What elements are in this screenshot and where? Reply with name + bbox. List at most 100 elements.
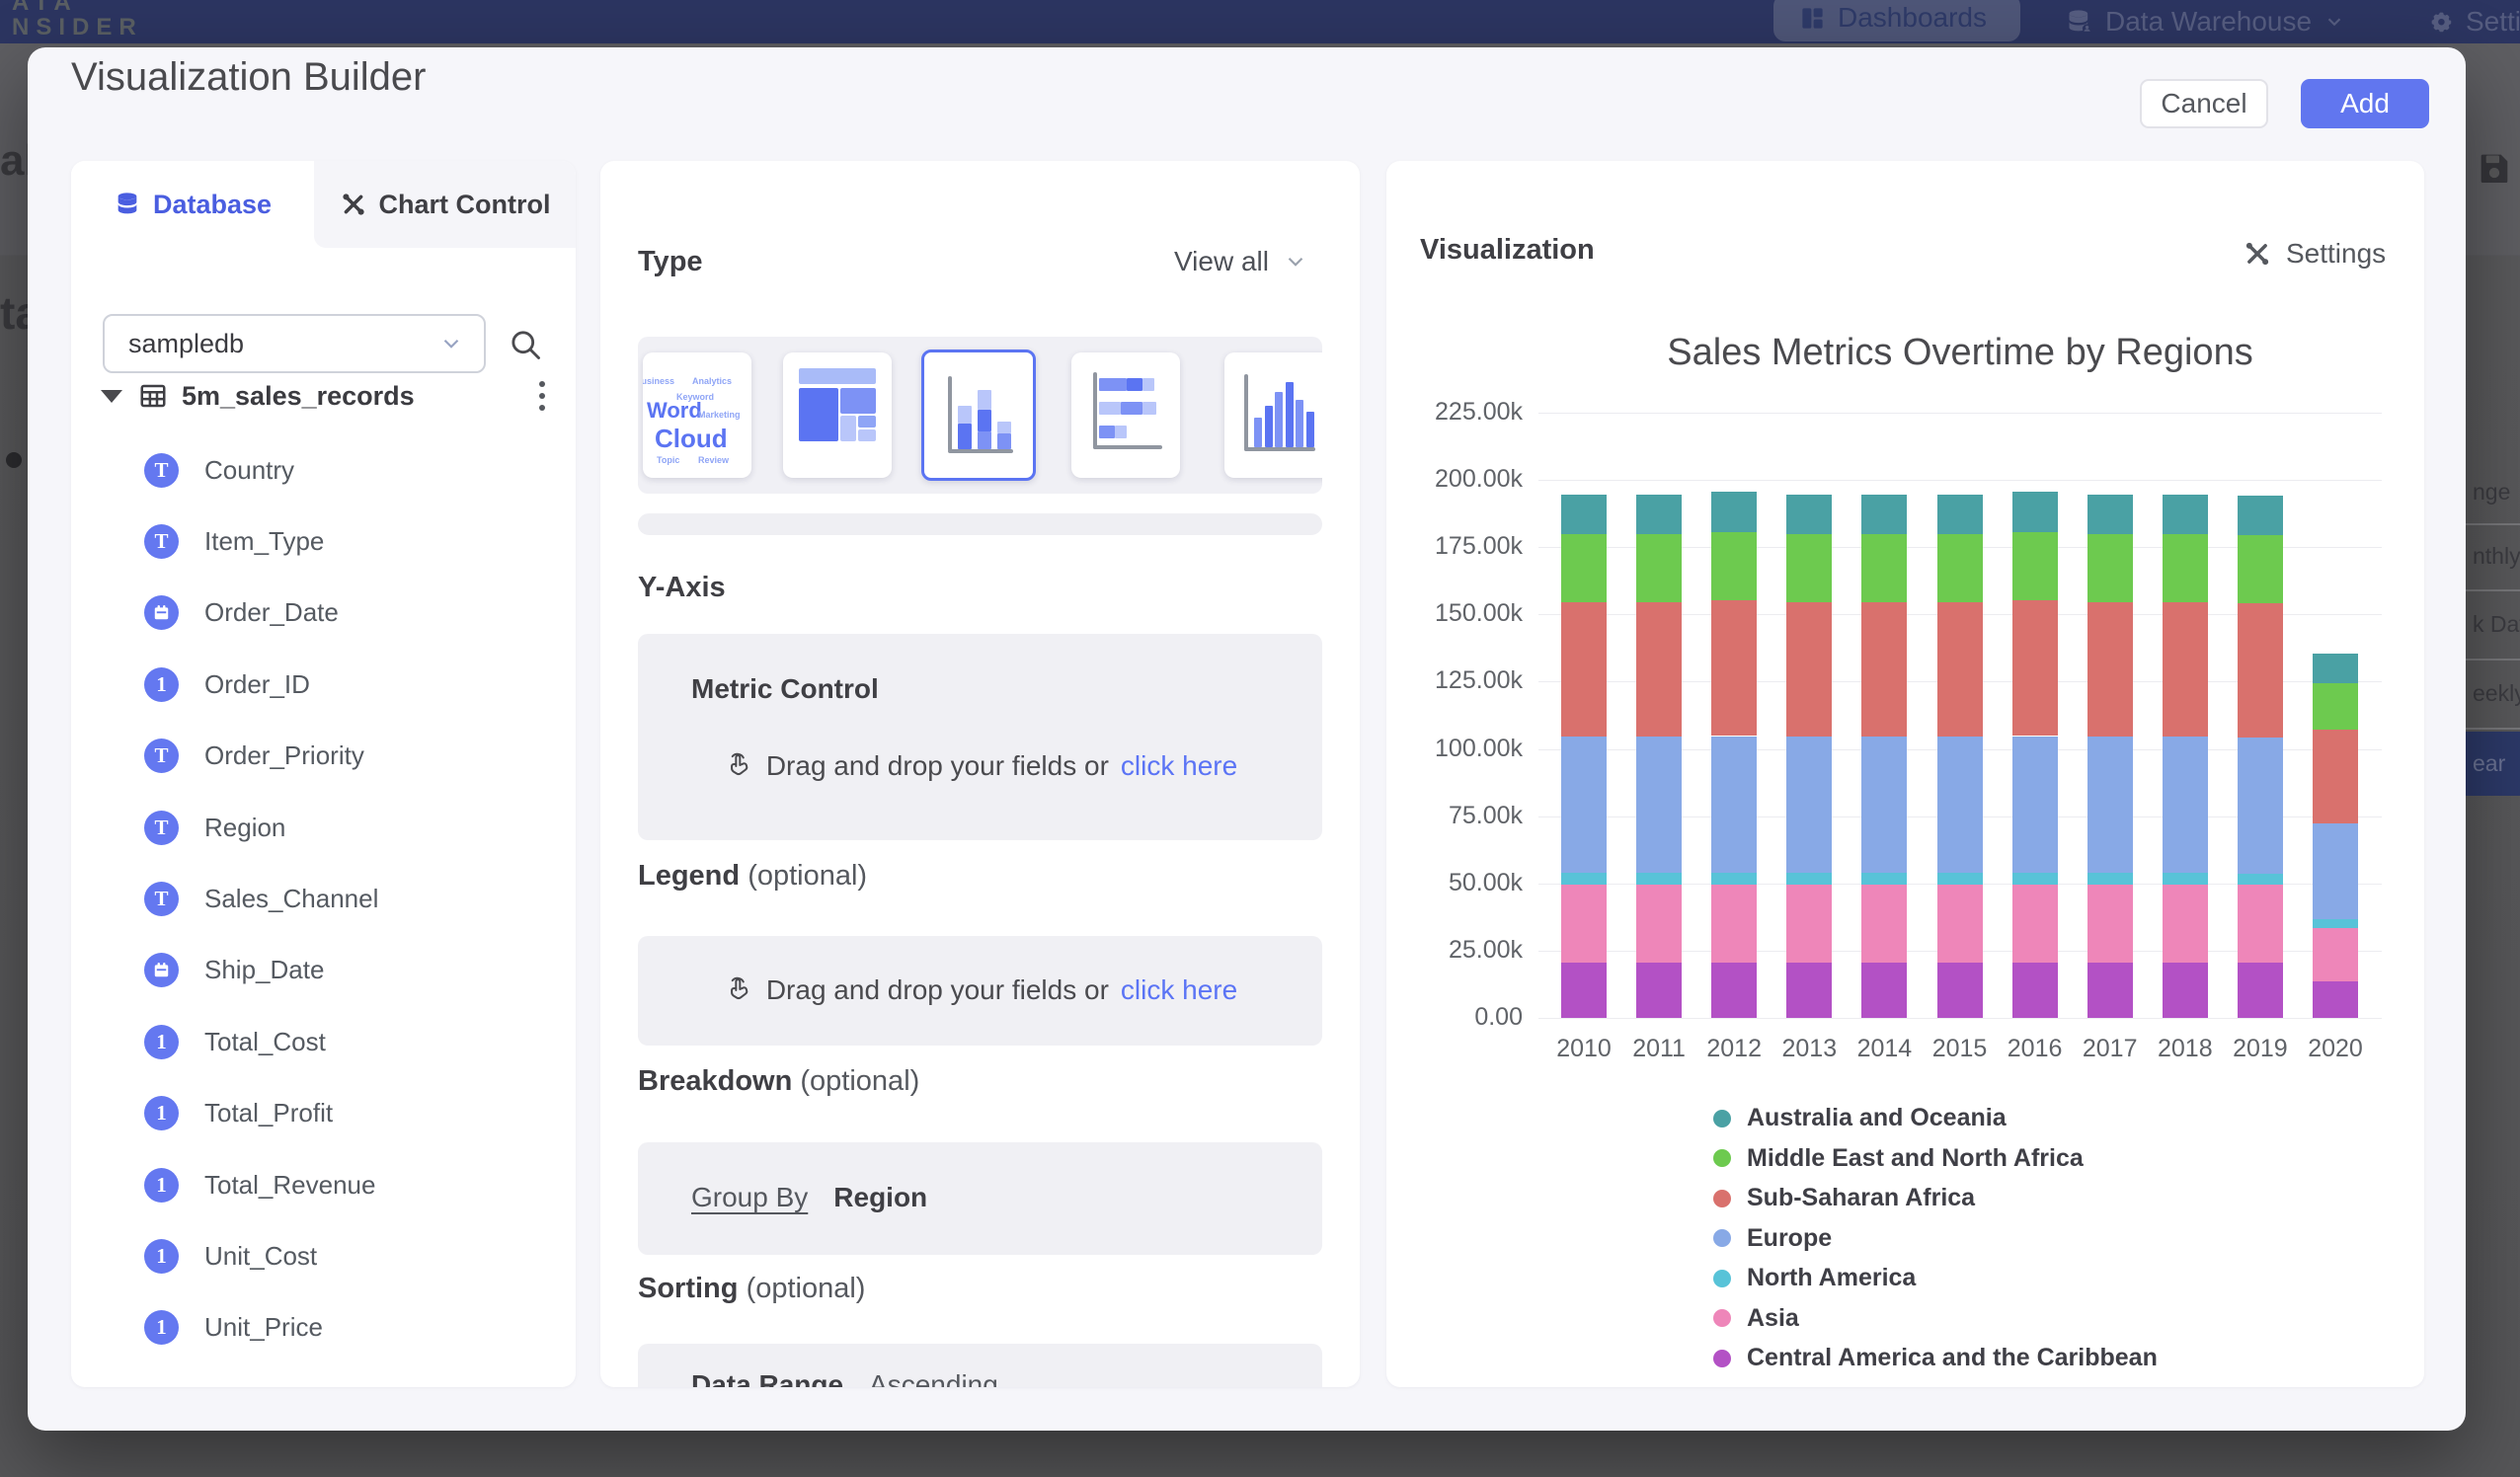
mini-rect bbox=[1142, 402, 1156, 415]
mini-rect bbox=[1286, 382, 1294, 447]
mini-rect bbox=[1099, 426, 1115, 438]
bar-segment bbox=[1711, 873, 1757, 885]
chart-type-word-cloud[interactable]: WordCloudBusinessAnalyticsKeywordMarketi… bbox=[643, 352, 751, 478]
mini-rect bbox=[1127, 378, 1142, 391]
bar-segment bbox=[2238, 885, 2283, 963]
field-item-sales_channel[interactable]: TSales_Channel bbox=[71, 863, 576, 934]
chevron-down-icon bbox=[2323, 11, 2345, 33]
visualization-panel: Visualization Settings Sales Metrics Ove… bbox=[1386, 161, 2424, 1387]
bar-segment bbox=[1861, 737, 1907, 873]
drag-drop-text: Drag and drop your fields or bbox=[766, 750, 1109, 782]
kebab-menu-icon[interactable] bbox=[529, 377, 555, 415]
field-item-total_revenue[interactable]: 1Total_Revenue bbox=[71, 1149, 576, 1220]
x-axis-label: 2011 bbox=[1619, 1035, 1698, 1063]
sort-field: Data Range bbox=[691, 1369, 843, 1387]
nav-item-label: Data Warehouse bbox=[2105, 6, 2312, 38]
nav-item-data-warehouse[interactable]: Data Warehouse bbox=[2066, 0, 2345, 43]
bar-segment bbox=[2313, 654, 2358, 684]
bar-segment bbox=[2163, 495, 2208, 534]
click-here-link[interactable]: click here bbox=[1121, 750, 1237, 782]
bar-segment bbox=[1861, 534, 1907, 602]
y-axis-tick-label: 225.00k bbox=[1394, 398, 1523, 427]
mini-rect bbox=[948, 376, 952, 451]
chart-type-treemap[interactable] bbox=[783, 352, 892, 478]
bar-segment bbox=[1937, 602, 1983, 737]
database-select[interactable]: sampledb bbox=[103, 314, 486, 373]
y-axis-tick-label: 125.00k bbox=[1394, 666, 1523, 695]
view-all-button[interactable]: View all bbox=[1174, 246, 1308, 277]
bar-segment bbox=[2313, 823, 2358, 919]
legend-item[interactable]: Asia bbox=[1713, 1304, 1799, 1333]
bar-segment bbox=[2313, 928, 2358, 981]
group-by-value: Region bbox=[833, 1182, 927, 1213]
x-axis-label: 2017 bbox=[2071, 1035, 2150, 1063]
mini-rect bbox=[1296, 400, 1303, 447]
field-item-region[interactable]: TRegion bbox=[71, 792, 576, 863]
mini-rect bbox=[1265, 406, 1273, 447]
chart-type-stacked-bar[interactable] bbox=[1071, 352, 1180, 478]
breakdown-dropzone[interactable]: Group By Region bbox=[638, 1142, 1322, 1255]
field-item-order_priority[interactable]: TOrder_Priority bbox=[71, 721, 576, 792]
field-item-item_type[interactable]: TItem_Type bbox=[71, 505, 576, 577]
bar-segment bbox=[1636, 602, 1682, 737]
bar-segment bbox=[1711, 492, 1757, 532]
legend-item[interactable]: Sub-Saharan Africa bbox=[1713, 1184, 1975, 1212]
legend-item[interactable]: Europe bbox=[1713, 1224, 1832, 1253]
group-by-link[interactable]: Group By bbox=[691, 1182, 808, 1213]
nav-item-dashboards[interactable]: Dashboards bbox=[1773, 0, 2020, 41]
y-axis-tick-label: 200.00k bbox=[1394, 465, 1523, 494]
bar-segment bbox=[1861, 495, 1907, 534]
collapse-triangle-icon bbox=[101, 390, 122, 403]
bar-segment bbox=[1711, 532, 1757, 600]
legend-item[interactable]: Central America and the Caribbean bbox=[1713, 1344, 2158, 1372]
chart-type-scrollbar[interactable] bbox=[638, 513, 1322, 535]
add-button[interactable]: Add bbox=[2301, 79, 2429, 128]
tab-database[interactable]: Database bbox=[71, 161, 314, 248]
x-axis-label: 2020 bbox=[2296, 1035, 2375, 1063]
legend-item[interactable]: Middle East and North Africa bbox=[1713, 1144, 2084, 1173]
x-axis-label: 2014 bbox=[1845, 1035, 1924, 1063]
legend-label: Middle East and North Africa bbox=[1747, 1144, 2084, 1173]
field-item-country[interactable]: TCountry bbox=[71, 434, 576, 505]
mini-rect bbox=[1115, 426, 1127, 438]
field-item-total_profit[interactable]: 1Total_Profit bbox=[71, 1078, 576, 1149]
search-icon[interactable] bbox=[508, 327, 543, 362]
bar-segment bbox=[2012, 737, 2058, 873]
metric-control-dropzone[interactable]: Metric Control Drag and drop your fields… bbox=[638, 634, 1322, 840]
occluded-list-item: nge bbox=[2466, 460, 2520, 525]
legend-color-dot bbox=[1713, 1149, 1731, 1167]
legend-item[interactable]: North America bbox=[1713, 1264, 1916, 1292]
click-here-link[interactable]: click here bbox=[1121, 974, 1237, 1006]
field-item-total_cost[interactable]: 1Total_Cost bbox=[71, 1006, 576, 1077]
nav-item-settings[interactable]: Settings bbox=[2426, 0, 2520, 43]
chart-type-column[interactable] bbox=[1224, 352, 1322, 478]
word-cloud-small-word: Analytics bbox=[692, 376, 732, 386]
x-axis-label: 2018 bbox=[2146, 1035, 2225, 1063]
bar-segment bbox=[1711, 737, 1757, 873]
text-field-icon: T bbox=[144, 882, 179, 916]
sorting-dropzone[interactable]: Data Range Ascending bbox=[638, 1344, 1322, 1387]
legend-item[interactable]: Australia and Oceania bbox=[1713, 1104, 2007, 1132]
legend-label: Asia bbox=[1747, 1304, 1799, 1333]
field-item-ship_date[interactable]: Ship_Date bbox=[71, 935, 576, 1006]
chart-type-stacked-column[interactable] bbox=[921, 350, 1036, 481]
mini-rect bbox=[1275, 392, 1283, 447]
field-item-unit_cost[interactable]: 1Unit_Cost bbox=[71, 1220, 576, 1291]
bar-segment bbox=[1937, 873, 1983, 885]
bar-segment bbox=[2087, 963, 2133, 1018]
field-item-order_date[interactable]: Order_Date bbox=[71, 578, 576, 649]
legend-dropzone[interactable]: Drag and drop your fields or click here bbox=[638, 936, 1322, 1046]
mini-rect bbox=[1099, 378, 1127, 391]
field-item-order_id[interactable]: 1Order_ID bbox=[71, 649, 576, 720]
bar-segment bbox=[2163, 873, 2208, 885]
cancel-button[interactable]: Cancel bbox=[2140, 79, 2268, 128]
mini-rect bbox=[1244, 374, 1248, 451]
bar-segment bbox=[1636, 873, 1682, 885]
legend-label: Sub-Saharan Africa bbox=[1747, 1184, 1975, 1212]
tab-chart-control[interactable]: Chart Control bbox=[314, 161, 576, 248]
field-item-unit_price[interactable]: 1Unit_Price bbox=[71, 1292, 576, 1363]
bar-segment bbox=[1561, 885, 1607, 963]
table-tree-header[interactable]: 5m_sales_records bbox=[101, 371, 555, 421]
occluded-list-item: k Date bbox=[2466, 589, 2520, 661]
y-axis-section-label: Y-Axis bbox=[638, 572, 726, 604]
